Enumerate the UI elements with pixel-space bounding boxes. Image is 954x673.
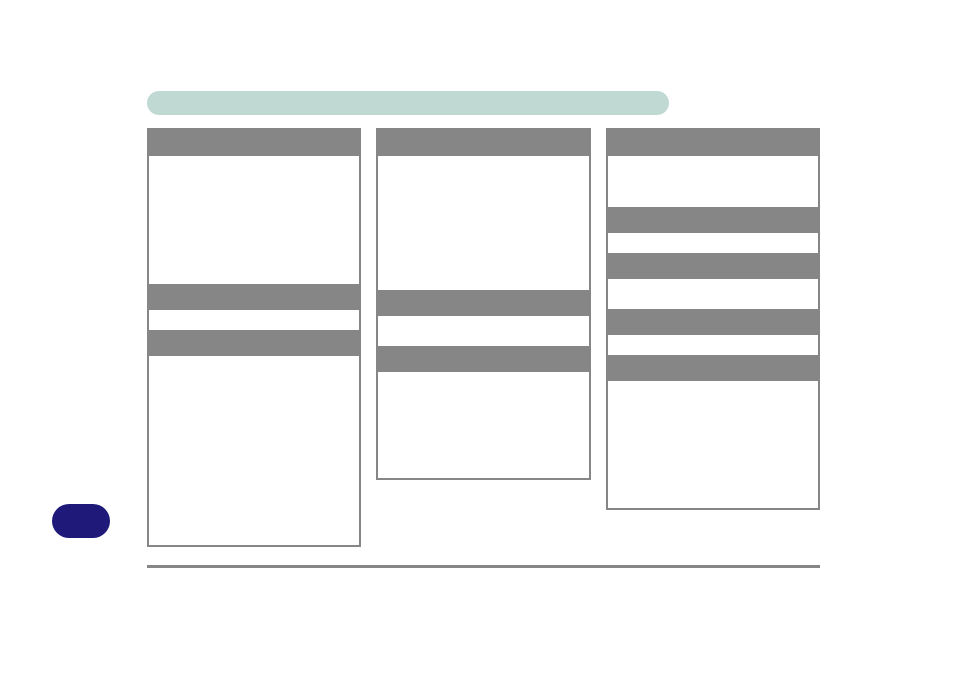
column-2-gap-1 <box>378 156 588 290</box>
column-2-gap-5 <box>378 372 588 478</box>
column-3-band-8 <box>608 355 818 381</box>
column-1-band-0 <box>149 130 359 156</box>
column-1-band-4 <box>149 330 359 356</box>
column-3 <box>606 128 820 510</box>
column-1-gap-5 <box>149 356 359 545</box>
floating-pill-button[interactable] <box>52 504 110 538</box>
header-bar <box>147 91 669 115</box>
column-3-band-0 <box>608 130 818 156</box>
column-2-band-2 <box>378 290 588 316</box>
column-1-gap-1 <box>149 156 359 284</box>
column-3-gap-9 <box>608 381 818 508</box>
column-2-band-0 <box>378 130 588 156</box>
column-3-band-2 <box>608 207 818 233</box>
column-3-band-4 <box>608 253 818 279</box>
column-1-band-2 <box>149 284 359 310</box>
columns-container <box>147 128 820 547</box>
column-1 <box>147 128 361 547</box>
column-3-gap-5 <box>608 279 818 309</box>
column-3-gap-1 <box>608 156 818 207</box>
bottom-divider <box>147 565 820 568</box>
column-2-band-4 <box>378 346 588 372</box>
page <box>0 0 954 673</box>
column-1-gap-3 <box>149 310 359 330</box>
column-3-band-6 <box>608 309 818 335</box>
column-2-gap-3 <box>378 316 588 346</box>
column-3-gap-7 <box>608 335 818 355</box>
column-2 <box>376 128 590 480</box>
column-3-gap-3 <box>608 233 818 253</box>
